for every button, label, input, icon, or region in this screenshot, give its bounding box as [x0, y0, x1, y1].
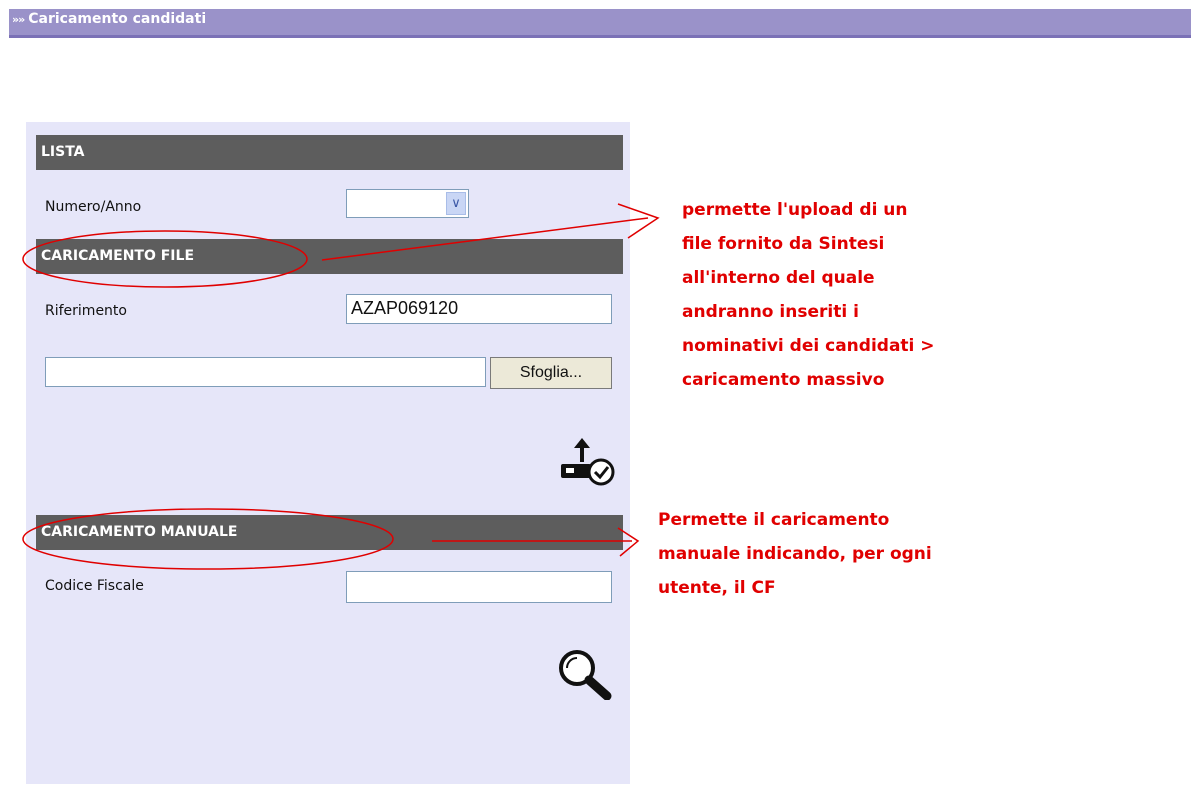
page-title: Caricamento candidati — [28, 11, 207, 27]
note-line: caricamento massivo — [682, 370, 885, 390]
breadcrumb-chevrons: »» — [12, 13, 25, 26]
numero-anno-select[interactable]: ∨ — [346, 189, 469, 218]
codice-fiscale-input[interactable] — [346, 571, 612, 603]
riferimento-label: Riferimento — [45, 303, 127, 319]
section-header-lista: LISTA — [36, 135, 623, 170]
note-line: manuale indicando, per ogni — [658, 544, 932, 564]
note-line: andranno inseriti i — [682, 302, 859, 322]
note-line: permette l'upload di un — [682, 200, 908, 220]
note-line: Permette il caricamento — [658, 510, 890, 530]
upload-confirm-icon[interactable] — [560, 436, 620, 486]
file-path-input[interactable] — [45, 357, 486, 387]
note-line: utente, il CF — [658, 578, 776, 598]
section-header-caricamento-file: CARICAMENTO FILE — [36, 239, 623, 274]
page-title-bar: »» Caricamento candidati — [9, 9, 1191, 38]
search-icon[interactable] — [557, 648, 615, 700]
note-line: all'interno del quale — [682, 268, 875, 288]
section-header-caricamento-manuale: CARICAMENTO MANUALE — [36, 515, 623, 550]
form-panel — [26, 122, 630, 784]
annotation-manual-upload: Permette il caricamento manuale indicand… — [648, 503, 1015, 639]
codice-fiscale-label: Codice Fiscale — [45, 578, 144, 594]
note-line: nominativi dei candidati > — [682, 336, 935, 356]
note-line: file fornito da Sintesi — [682, 234, 885, 254]
riferimento-input[interactable]: AZAP069120 — [346, 294, 612, 324]
browse-button[interactable]: Sfoglia... — [490, 357, 612, 389]
chevron-down-icon[interactable]: ∨ — [446, 192, 466, 215]
annotation-file-upload: permette l'upload di un file fornito da … — [670, 193, 1000, 415]
numero-anno-label: Numero/Anno — [45, 199, 142, 215]
